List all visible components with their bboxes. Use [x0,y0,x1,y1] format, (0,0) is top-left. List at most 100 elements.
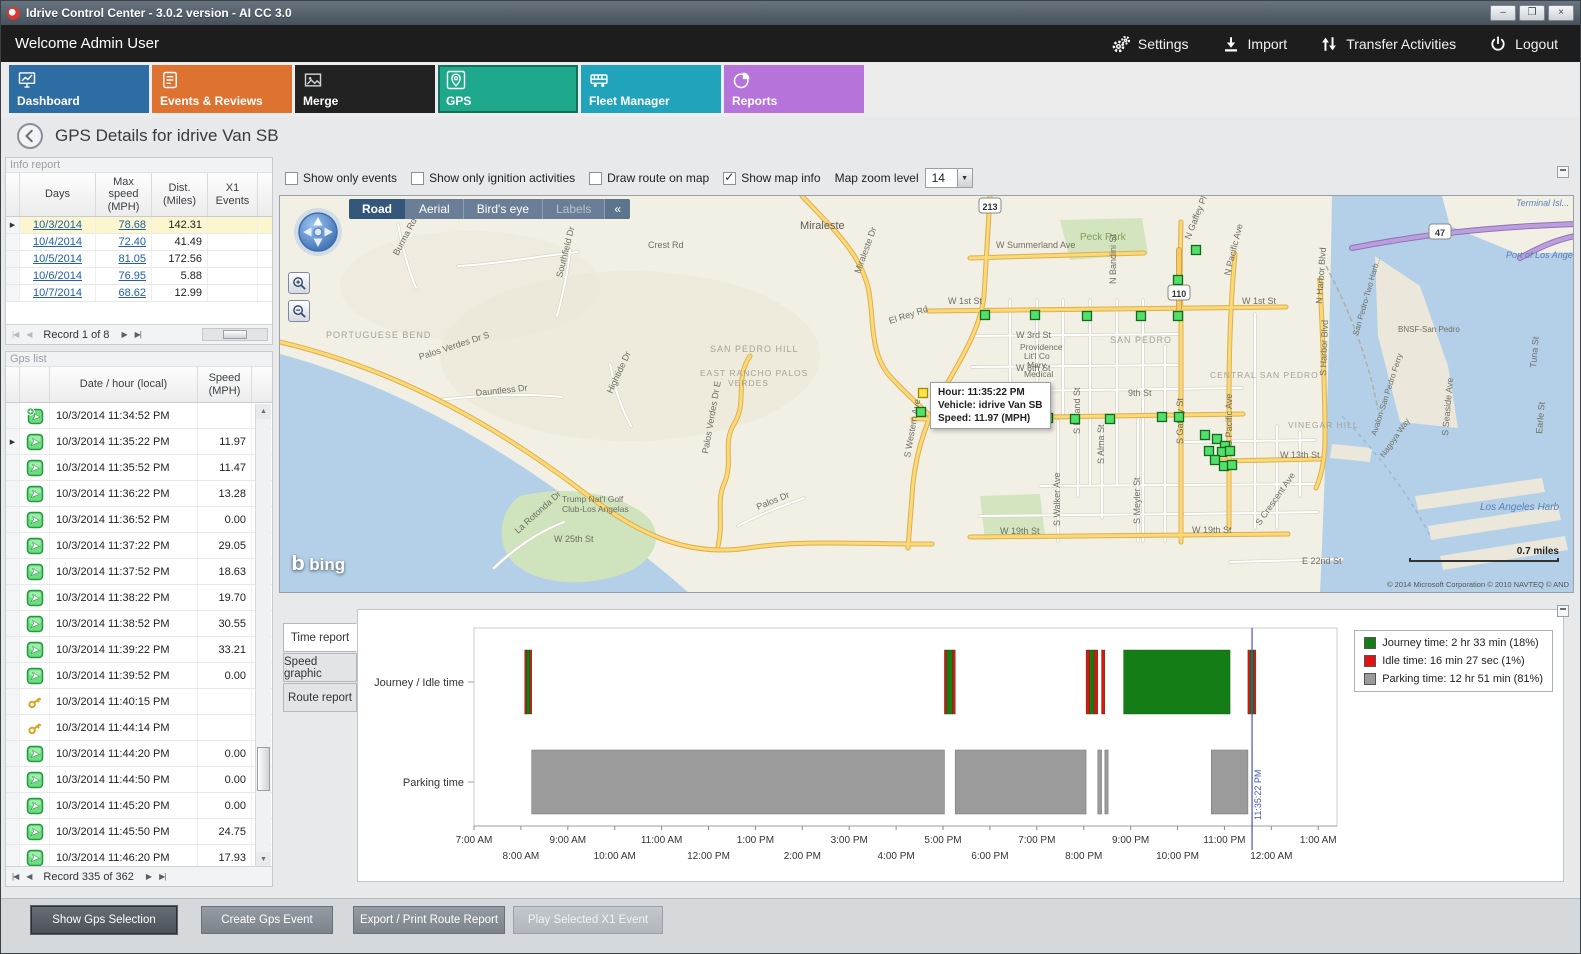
chevron-down-icon[interactable]: ▼ [957,169,972,187]
table-row[interactable]: 10/7/201468.6212.99 [6,285,272,302]
report-panel-collapse-button[interactable] [1557,605,1569,617]
gps-event-marker[interactable] [1174,276,1183,285]
max-speed-link[interactable]: 81.05 [96,251,152,267]
column-header-x1-events[interactable]: X1 Events [208,173,258,216]
gps-event-marker[interactable] [1211,456,1220,465]
checkbox-show-only-events[interactable]: Show only events [285,171,397,185]
gps-event-marker[interactable] [1205,447,1214,456]
checkbox-box[interactable] [723,172,736,185]
action-logout[interactable]: Logout [1488,34,1558,54]
checkbox-box[interactable] [589,172,602,185]
list-item[interactable]: 10/3/2014 11:44:20 PM0.00 [6,741,272,767]
gps-event-marker[interactable] [1137,312,1146,321]
list-item[interactable]: 10/3/2014 11:44:14 PM [6,715,272,741]
checkbox-box[interactable] [285,172,298,185]
export-print-route-report-button[interactable]: Export / Print Route Report [353,906,505,934]
gps-event-marker[interactable] [1192,246,1201,255]
date-link[interactable]: 10/5/2014 [20,251,96,267]
map-zoom-select[interactable]: 14 ▼ [925,168,973,188]
back-button[interactable] [17,123,43,149]
list-item[interactable]: 10/3/2014 11:39:52 PM0.00 [6,663,272,689]
column-header-speed-mph[interactable]: Speed (MPH) [198,367,252,402]
max-speed-link[interactable]: 78.68 [96,217,152,233]
map-zoom-out-button[interactable] [288,300,310,322]
pager-next-button[interactable]: ▶ [144,872,153,881]
checkbox-box[interactable] [411,172,424,185]
gps-event-marker[interactable] [1083,312,1092,321]
max-speed-link[interactable]: 68.62 [96,285,152,301]
table-row[interactable]: 10/5/201481.05172.56 [6,251,272,268]
tab-route-report[interactable]: Route report [283,683,357,712]
gps-event-marker[interactable] [1175,413,1184,422]
action-import[interactable]: Import [1221,34,1288,54]
max-speed-link[interactable]: 76.95 [96,268,152,284]
list-item[interactable]: 10/3/2014 11:37:22 PM29.05 [6,533,272,559]
map-canvas[interactable]: MiralestePeck ParkW Summerland AveCrest … [279,195,1574,593]
scrollbar-thumb[interactable] [257,747,270,791]
map-zoom-in-button[interactable] [288,272,310,294]
checkbox-show-only-ignition-activities[interactable]: Show only ignition activities [411,171,575,185]
nav-tile-dashboard[interactable]: Dashboard [9,65,149,113]
tab-time-report[interactable]: Time report [283,623,357,652]
map-view-tab-aerial[interactable]: Aerial [406,199,464,219]
gps-event-marker[interactable] [1201,431,1210,440]
list-item[interactable]: 10/3/2014 11:35:52 PM11.47 [6,455,272,481]
map-view-tab-bird-s-eye[interactable]: Bird's eye [464,199,543,219]
gps-list-scrollbar[interactable]: ▲ ▼ [255,404,271,867]
list-item[interactable]: 10/3/2014 11:38:52 PM30.55 [6,611,272,637]
column-header-dist-miles[interactable]: Dist. (Miles) [152,173,208,216]
map-compass-control[interactable] [292,206,344,261]
gps-event-marker[interactable] [1174,312,1183,321]
tab-speed-graphic[interactable]: Speed graphic [283,653,357,682]
table-row[interactable]: 10/4/201472.4041.49 [6,234,272,251]
column-header-date-hour-local[interactable]: Date / hour (local) [50,367,198,402]
action-transfer-activities[interactable]: Transfer Activities [1319,34,1456,54]
scroll-down-icon[interactable]: ▼ [256,852,271,867]
close-button[interactable]: × [1548,5,1574,21]
horizontal-scrollbar[interactable] [202,328,268,341]
list-item[interactable]: ▶10/3/2014 11:35:22 PM11.97 [6,429,272,455]
gps-event-marker[interactable] [1158,413,1167,422]
pager-prev-button[interactable]: ◀ [24,330,33,339]
action-settings[interactable]: Settings [1111,34,1189,54]
selected-gps-marker[interactable] [919,389,928,398]
table-row[interactable]: ▶10/3/201478.68142.31 [6,217,272,234]
max-speed-link[interactable]: 72.40 [96,234,152,250]
list-item[interactable]: 10/3/2014 11:36:52 PM0.00 [6,507,272,533]
date-link[interactable]: 10/7/2014 [20,285,96,301]
list-item[interactable]: 10/3/2014 11:38:22 PM19.70 [6,585,272,611]
list-item[interactable]: 10/3/2014 11:34:52 PM [6,403,272,429]
list-item[interactable]: 10/3/2014 11:44:50 PM0.00 [6,767,272,793]
date-link[interactable]: 10/4/2014 [20,234,96,250]
pager-first-button[interactable]: |◀ [10,330,20,339]
create-gps-event-button[interactable]: Create Gps Event [201,906,333,934]
nav-tile-fleet-manager[interactable]: Fleet Manager [581,65,721,113]
date-link[interactable]: 10/6/2014 [20,268,96,284]
table-row[interactable]: 10/6/201476.955.88 [6,268,272,285]
map-view-tab-road[interactable]: Road [349,199,406,219]
checkbox-draw-route-on-map[interactable]: Draw route on map [589,171,709,185]
list-item[interactable]: 10/3/2014 11:40:15 PM [6,689,272,715]
list-item[interactable]: 10/3/2014 11:39:22 PM33.21 [6,637,272,663]
column-header-days[interactable]: Days [20,173,96,216]
nav-tile-merge[interactable]: Merge [295,65,435,113]
pager-first-button[interactable]: |◀ [10,872,20,881]
list-item[interactable]: 10/3/2014 11:45:50 PM24.75 [6,819,272,845]
show-gps-selection-button[interactable]: Show Gps Selection [31,906,177,934]
nav-tile-reports[interactable]: Reports [724,65,864,113]
gps-event-marker[interactable] [1071,415,1080,424]
list-item[interactable]: 10/3/2014 11:37:52 PM18.63 [6,559,272,585]
gps-event-marker[interactable] [1228,461,1237,470]
gps-event-marker[interactable] [1226,447,1235,456]
nav-tile-events-reviews[interactable]: Events & Reviews [152,65,292,113]
gps-event-marker[interactable] [1106,415,1115,424]
minimize-button[interactable]: – [1490,5,1516,21]
pager-last-button[interactable]: ▶| [133,330,143,339]
gps-event-marker[interactable] [981,311,990,320]
map-tabs-collapse-button[interactable]: « [605,199,630,219]
gps-event-marker[interactable] [1031,311,1040,320]
column-header-max-speed-mph[interactable]: Max speed (MPH) [96,173,152,216]
nav-tile-gps[interactable]: GPS [438,65,578,113]
scroll-up-icon[interactable]: ▲ [256,404,271,419]
gps-event-marker[interactable] [917,408,926,417]
